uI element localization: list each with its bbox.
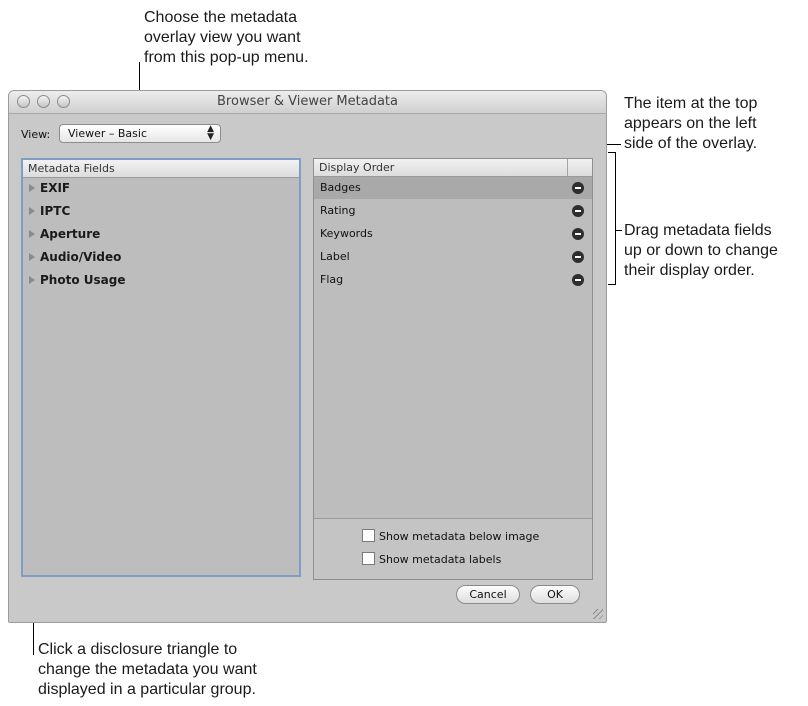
column-title: Display Order	[319, 161, 395, 174]
callout-line: side of the overlay.	[624, 135, 758, 152]
bracket	[608, 152, 616, 153]
group-exif[interactable]: EXIF	[29, 181, 70, 201]
callout-line: Click a disclosure triangle to	[38, 641, 238, 658]
callout-line: The item at the top	[624, 95, 758, 112]
display-order-panel[interactable]: Display Order Badges Rating Keywords Lab…	[313, 158, 593, 580]
checkbox-label: Show metadata below image	[379, 530, 540, 543]
disclosure-triangle-icon[interactable]	[29, 207, 35, 215]
checkbox-box[interactable]	[362, 552, 375, 565]
display-options: Show metadata below image Show metadata …	[314, 518, 592, 579]
order-row-keywords[interactable]: Keywords	[314, 223, 592, 245]
order-row-label: Keywords	[320, 227, 373, 240]
display-order-header: Display Order	[314, 159, 592, 177]
disclosure-triangle-icon[interactable]	[29, 253, 35, 261]
group-label: Photo Usage	[40, 273, 126, 287]
callout-line: their display order.	[624, 262, 755, 279]
order-row-label: Label	[320, 250, 350, 263]
group-photo-usage[interactable]: Photo Usage	[29, 273, 125, 293]
view-label: View:	[21, 128, 51, 141]
bracket	[608, 284, 616, 285]
callout-line: Drag metadata fields	[624, 222, 772, 239]
checkbox-box[interactable]	[362, 529, 375, 542]
group-iptc[interactable]: IPTC	[29, 204, 70, 224]
callout-line: Choose the metadata	[144, 9, 297, 26]
callout-display-order-top: The item at the top appears on the left …	[624, 94, 757, 154]
order-row-badges[interactable]: Badges	[314, 177, 592, 199]
callout-line: from this pop-up menu.	[144, 49, 309, 66]
order-row-label[interactable]: Label	[314, 246, 592, 268]
disclosure-triangle-icon[interactable]	[29, 230, 35, 238]
title-bar[interactable]: Browser & Viewer Metadata	[9, 91, 606, 114]
bracket	[615, 152, 616, 285]
order-row-label: Flag	[320, 273, 344, 286]
cancel-button[interactable]: Cancel	[456, 585, 520, 604]
metadata-fields-panel[interactable]: Metadata Fields EXIF IPTC Aperture Audio…	[21, 158, 301, 577]
callout-disclosure: Click a disclosure triangle to change th…	[38, 640, 257, 700]
up-down-arrows-icon: ▲ ▼	[207, 124, 214, 142]
remove-icon[interactable]	[572, 182, 584, 194]
bracket	[615, 230, 622, 231]
remove-icon[interactable]	[572, 251, 584, 263]
order-row-label: Badges	[320, 181, 361, 194]
remove-icon[interactable]	[572, 205, 584, 217]
view-popup-value: Viewer – Basic	[68, 127, 148, 140]
show-below-image-checkbox[interactable]: Show metadata below image	[362, 529, 539, 543]
remove-icon[interactable]	[572, 228, 584, 240]
callout-line: appears on the left	[624, 115, 757, 132]
group-aperture[interactable]: Aperture	[29, 227, 100, 247]
callout-line: up or down to change	[624, 242, 778, 259]
view-popup-menu[interactable]: Viewer – Basic ▲ ▼	[59, 124, 221, 143]
resize-grip-icon[interactable]	[593, 609, 603, 619]
callout-line: change the metadata you want	[38, 661, 257, 678]
remove-icon[interactable]	[572, 274, 584, 286]
callout-popup-menu: Choose the metadata overlay view you wan…	[144, 8, 309, 68]
group-label: Audio/Video	[40, 250, 122, 264]
show-labels-checkbox[interactable]: Show metadata labels	[362, 552, 501, 566]
order-row-flag[interactable]: Flag	[314, 269, 592, 291]
column-title: Metadata Fields	[28, 162, 115, 175]
disclosure-triangle-icon[interactable]	[29, 184, 35, 192]
metadata-fields-header: Metadata Fields	[23, 160, 299, 178]
order-row-rating[interactable]: Rating	[314, 200, 592, 222]
callout-line: displayed in a particular group.	[38, 681, 256, 698]
group-audio-video[interactable]: Audio/Video	[29, 250, 121, 270]
window-title: Browser & Viewer Metadata	[217, 94, 398, 109]
ok-button[interactable]: OK	[530, 585, 580, 604]
group-label: EXIF	[40, 181, 71, 195]
callout-line: overlay view you want	[144, 29, 301, 46]
column-divider	[567, 159, 568, 176]
group-label: IPTC	[40, 204, 71, 218]
callout-drag-fields: Drag metadata fields up or down to chang…	[624, 221, 778, 281]
group-label: Aperture	[40, 227, 101, 241]
order-row-label: Rating	[320, 204, 356, 217]
metadata-window: Browser & Viewer Metadata View: Viewer –…	[8, 90, 607, 623]
disclosure-triangle-icon[interactable]	[29, 276, 35, 284]
checkbox-label: Show metadata labels	[379, 553, 502, 566]
